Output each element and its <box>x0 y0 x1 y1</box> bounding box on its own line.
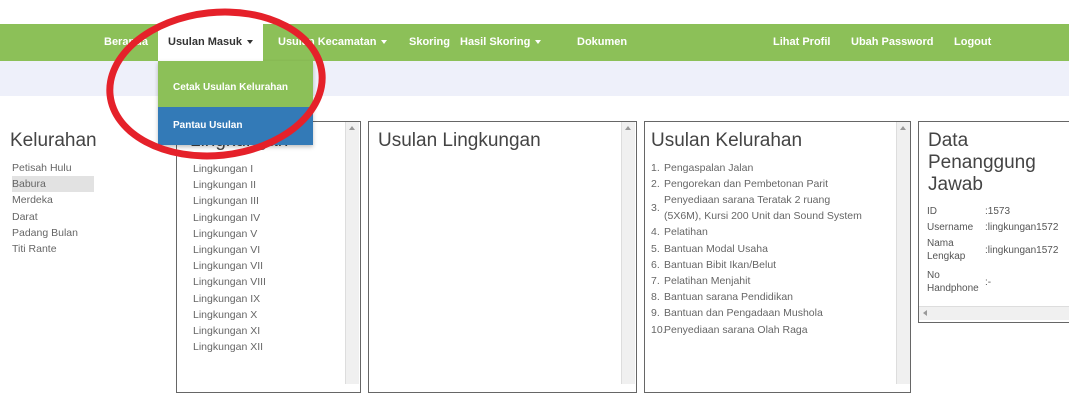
nav-hasil-skoring-label: Hasil Skoring <box>460 36 531 48</box>
scroll-left-icon[interactable] <box>923 310 927 316</box>
menu-item-pantau-usulan[interactable]: Pantau Usulan <box>158 107 313 145</box>
kelurahan-item[interactable]: Merdeka <box>12 192 94 208</box>
usulan-item: 1. Pengaspalan Jalan <box>651 160 828 176</box>
usulan-text: Bantuan sarana Pendidikan <box>664 291 794 304</box>
usulan-num: 9. <box>651 307 660 320</box>
usulan-item: 3. Penyediaan sarana Teratak 2 ruang (5X… <box>651 192 862 224</box>
usulan-kelurahan-title: Usulan Kelurahan <box>651 130 803 151</box>
nav-hasil-skoring[interactable]: Hasil Skoring <box>460 24 542 61</box>
scroll-up-icon[interactable] <box>349 126 355 130</box>
pj-hp-label-2: Handphone <box>927 283 979 294</box>
pj-nama-value: :lingkungan1572 <box>985 245 1059 256</box>
usulan-lingkungan-panel <box>368 121 637 393</box>
usulan-num: 5. <box>651 242 660 255</box>
usulan-text: Pengorekan dan Pembetonan Parit <box>664 178 829 191</box>
kelurahan-item[interactable]: Petisah Hulu <box>12 160 94 176</box>
pj-id-value: :1573 <box>985 206 1011 217</box>
usulan-text: Bantuan dan Pengadaan Mushola <box>664 307 823 320</box>
usulan-text: Penyediaan sarana Teratak 2 ruang <box>664 194 831 207</box>
nav-skoring[interactable]: Skoring <box>409 24 450 61</box>
nav-beranda[interactable]: Beranda <box>104 24 148 61</box>
pj-nama-label-2: Lengkap <box>927 251 966 262</box>
usulan-item: 10.Penyediaan sarana Olah Raga <box>651 322 828 338</box>
usulan-item: 5. Bantuan Modal Usaha <box>651 241 828 257</box>
usulan-text-line2: (5X6M), Kursi 200 Unit dan Sound System <box>664 210 862 223</box>
usulan-item: 6. Bantuan Bibit Ikan/Belut <box>651 257 828 273</box>
nav-ubah-password[interactable]: Ubah Password <box>851 24 934 61</box>
pj-username-label: Username <box>927 222 974 233</box>
kelurahan-item[interactable]: Titi Rante <box>12 241 94 257</box>
penanggung-jawab-hscrollbar[interactable] <box>919 306 1069 320</box>
pj-nama-label-1: Nama <box>927 238 954 249</box>
nav-logout[interactable]: Logout <box>954 24 991 61</box>
usulan-text: Penyediaan sarana Olah Raga <box>664 323 808 336</box>
kelurahan-item[interactable]: Padang Bulan <box>12 225 94 241</box>
usulan-lingkungan-title: Usulan Lingkungan <box>378 130 541 151</box>
chevron-down-icon <box>535 40 542 45</box>
usulan-item: 4. Pelatihan <box>651 224 828 240</box>
lingkungan-item[interactable]: Lingkungan II <box>193 177 266 193</box>
scroll-up-icon[interactable] <box>625 126 631 130</box>
usulan-text: Pengaspalan Jalan <box>664 162 754 174</box>
pj-username-value: :lingkungan1572 <box>985 222 1059 233</box>
top-navbar: Beranda Usulan Masuk Usulan Kecamatan Sk… <box>0 24 1069 61</box>
lingkungan-item[interactable]: Lingkungan XI <box>193 323 266 339</box>
usulan-num: 10. <box>651 323 666 336</box>
usulan-item: 9. Bantuan dan Pengadaan Mushola <box>651 305 828 321</box>
penanggung-jawab-title-line1: Data <box>928 130 969 151</box>
usulan-num: 4. <box>651 226 660 239</box>
lingkungan-item[interactable]: Lingkungan VIII <box>193 274 266 290</box>
penanggung-jawab-title-line3: Jawab <box>928 174 983 195</box>
scroll-up-icon[interactable] <box>900 126 906 130</box>
lingkungan-item[interactable]: Lingkungan X <box>193 307 266 323</box>
nav-usulan-kecamatan-label: Usulan Kecamatan <box>278 36 377 48</box>
pj-hp-value: :- <box>985 277 992 288</box>
usulan-text: Bantuan Bibit Ikan/Belut <box>664 258 777 271</box>
kelurahan-item-selected[interactable]: Babura <box>12 176 94 193</box>
nav-dokumen[interactable]: Dokumen <box>577 24 627 61</box>
lingkungan-item[interactable]: Lingkungan I <box>193 161 266 177</box>
usulan-kelurahan-scrollbar[interactable] <box>896 122 910 384</box>
nav-lihat-profil[interactable]: Lihat Profil <box>773 24 830 61</box>
usulan-text: Pelatihan Menjahit <box>664 275 751 288</box>
lingkungan-item[interactable]: Lingkungan VI <box>193 242 266 258</box>
chevron-down-icon <box>246 40 253 45</box>
usulan-item: 8. Bantuan sarana Pendidikan <box>651 289 828 305</box>
penanggung-jawab-title-line2: Penanggung <box>928 152 1036 173</box>
usulan-num: 6. <box>651 258 660 271</box>
lingkungan-item[interactable]: Lingkungan VII <box>193 258 266 274</box>
usulan-num: 7. <box>651 275 660 288</box>
kelurahan-title: Kelurahan <box>10 130 97 151</box>
lingkungan-list: Lingkungan I Lingkungan II Lingkungan II… <box>193 161 266 355</box>
penanggung-jawab-title: Data Penanggung Jawab <box>928 130 1036 196</box>
lingkungan-item[interactable]: Lingkungan IX <box>193 291 266 307</box>
chevron-down-icon <box>381 40 388 45</box>
usulan-text: Pelatihan <box>664 226 708 239</box>
kelurahan-item[interactable]: Darat <box>12 209 94 225</box>
nav-usulan-masuk[interactable]: Usulan Masuk <box>158 24 263 61</box>
lingkungan-item[interactable]: Lingkungan XII <box>193 339 266 355</box>
usulan-item: 2. Pengorekan dan Pembetonan Parit <box>651 176 828 192</box>
usulan-item: 7. Pelatihan Menjahit <box>651 273 828 289</box>
pj-hp-label-1: No <box>927 270 940 281</box>
usulan-lingkungan-scrollbar[interactable] <box>621 122 635 384</box>
usulan-num: 3. <box>651 202 660 215</box>
lingkungan-item[interactable]: Lingkungan V <box>193 226 266 242</box>
kelurahan-list: Petisah Hulu Babura Merdeka Darat Padang… <box>12 160 94 257</box>
usulan-num: 8. <box>651 291 660 304</box>
lingkungan-item[interactable]: Lingkungan IV <box>193 210 266 226</box>
usulan-masuk-dropdown: Cetak Usulan Kelurahan Pantau Usulan <box>158 61 313 145</box>
nav-usulan-masuk-label: Usulan Masuk <box>168 36 242 48</box>
usulan-num: 1. <box>651 162 660 174</box>
lingkungan-scrollbar[interactable] <box>345 122 359 384</box>
pj-id-label: ID <box>927 206 937 217</box>
usulan-text: Bantuan Modal Usaha <box>664 242 768 255</box>
usulan-num: 2. <box>651 178 660 191</box>
menu-item-cetak-usulan-kelurahan[interactable]: Cetak Usulan Kelurahan <box>158 69 313 107</box>
lingkungan-item[interactable]: Lingkungan III <box>193 193 266 209</box>
nav-usulan-kecamatan[interactable]: Usulan Kecamatan <box>278 24 388 61</box>
usulan-kelurahan-list: 1. Pengaspalan Jalan 2. Pengorekan dan Pem… <box>651 160 862 338</box>
